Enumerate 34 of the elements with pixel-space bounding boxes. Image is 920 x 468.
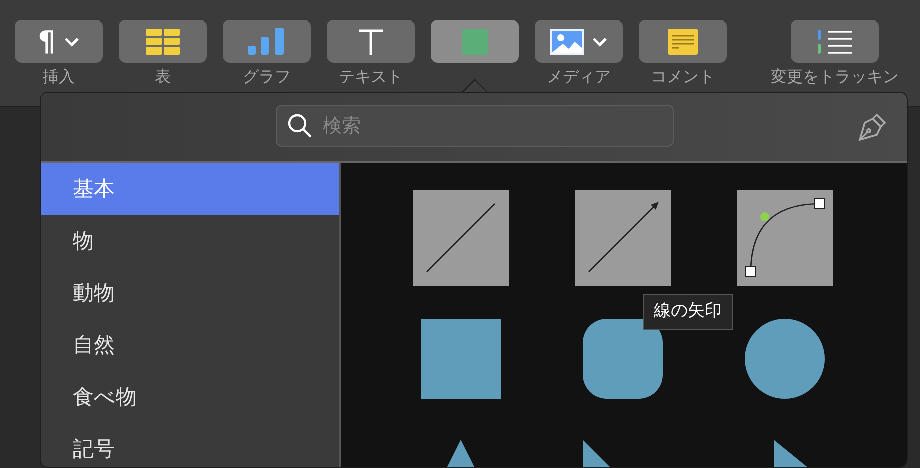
toolbar-label: コメント (651, 67, 715, 87)
picture-icon (550, 28, 584, 54)
category-item[interactable]: 記号 (41, 423, 339, 467)
toolbar-label: グラフ (243, 67, 291, 87)
media-button[interactable] (535, 20, 623, 63)
category-item[interactable]: 基本 (41, 163, 339, 215)
insert-button[interactable]: ¶ (15, 20, 103, 63)
square-icon (462, 28, 488, 54)
list-icon (818, 28, 852, 54)
search-field[interactable]: 検索 (276, 105, 674, 147)
text-icon (358, 28, 384, 54)
toolbar-label: テキスト (339, 67, 403, 87)
table-icon (146, 28, 180, 54)
category-item[interactable]: 動物 (41, 267, 339, 319)
text-button[interactable] (327, 20, 415, 63)
note-icon (668, 28, 698, 54)
toolbar-label: 表 (155, 67, 171, 87)
category-item[interactable]: 食べ物 (41, 371, 339, 423)
bar-chart-icon (248, 28, 286, 55)
search-icon (287, 113, 313, 139)
toolbar-label: メディア (547, 67, 611, 87)
pilcrow-icon: ¶ (38, 28, 56, 56)
comment-button[interactable] (639, 20, 727, 63)
chevron-icon (592, 36, 608, 46)
track-changes-button[interactable] (791, 20, 879, 63)
pen-icon[interactable] (857, 111, 889, 143)
chevron-icon (64, 36, 80, 46)
category-item[interactable]: 物 (41, 215, 339, 267)
curve-shape[interactable] (737, 190, 833, 286)
toolbar-label: 変更をトラッキン (771, 67, 899, 87)
category-item[interactable]: 自然 (41, 319, 339, 371)
toolbar-label: 挿入 (43, 67, 75, 87)
table-button[interactable] (119, 20, 207, 63)
tooltip: 線の矢印 (643, 294, 733, 330)
